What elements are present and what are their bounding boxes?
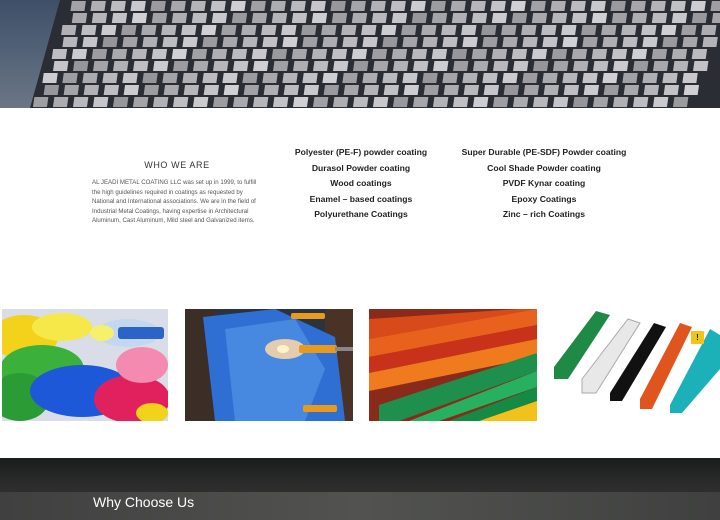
coatings-list-left: Polyester (PE-F) powder coating Durasol … [280,145,442,223]
powder-color-image[interactable] [2,309,168,421]
coatings-list-right: Super Durable (PE-SDF) Powder coating Co… [455,145,633,223]
coating-item: Zinc – rich Coatings [502,209,586,220]
coating-item: Cool Shade Powder coating [487,162,601,173]
hero-banner [0,0,720,108]
colored-profiles-image[interactable] [369,309,537,421]
coating-item: Enamel – based coatings [309,193,413,204]
coating-item: Wood coatings [330,178,392,189]
coating-item: Polyester (PE-F) powder coating [294,147,428,157]
why-choose-us-section: Why Choose Us [0,458,720,520]
why-choose-us-heading: Why Choose Us [93,494,195,510]
coating-item: Super Durable (PE-SDF) Powder coating [461,147,627,157]
alert-badge[interactable]: ! [691,331,704,344]
aluminum-profiles-image[interactable]: ! [552,309,720,421]
spray-booth-image[interactable] [185,309,353,421]
who-we-are-heading: WHO WE ARE [144,160,210,170]
coating-item: Epoxy Coatings [511,193,577,204]
building-facade-image [30,0,720,108]
coating-item: Polyurethane Coatings [314,209,408,220]
coating-item: Durasol Powder coating [311,162,411,173]
about-section: WHO WE ARE AL JEADI METAL COATING LLC wa… [0,108,720,308]
about-description: AL JEADI METAL COATING LLC was set up in… [92,179,257,225]
coating-item: PVDF Kynar coating [502,178,586,189]
